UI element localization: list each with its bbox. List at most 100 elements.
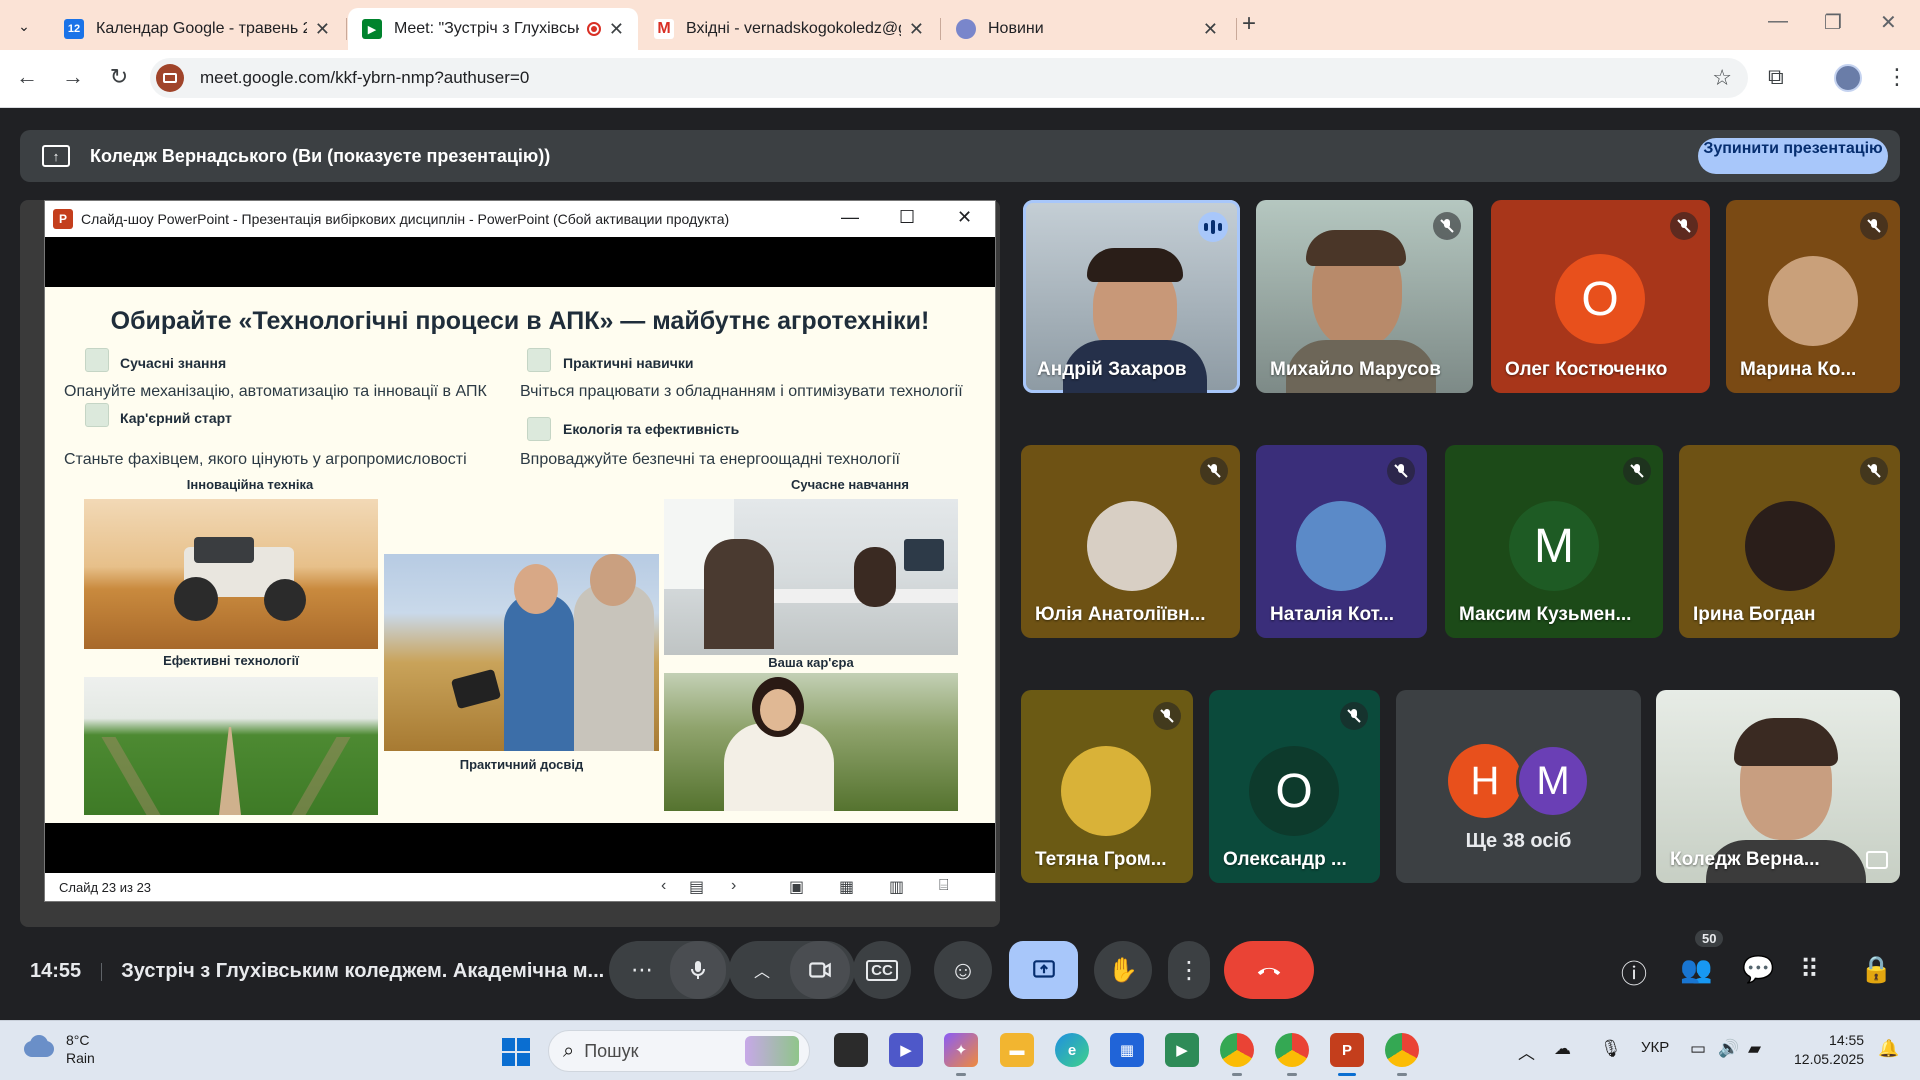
pip-icon[interactable] — [1866, 851, 1888, 869]
avatar: Н — [1448, 744, 1522, 818]
search-icon: ⌕ — [563, 1039, 575, 1062]
taskbar-clock[interactable]: 14:55 12.05.2025 — [1794, 1031, 1864, 1069]
tab-meet[interactable]: ▶ Meet: "Зустріч з Глухівським коледжем … — [348, 8, 638, 50]
forward-icon[interactable]: → — [58, 64, 88, 90]
close-window-icon[interactable]: ✕ — [1880, 10, 1897, 35]
language-indicator[interactable]: УКР — [1641, 1039, 1669, 1056]
participant-tile[interactable]: М Максим Кузьмен... — [1445, 445, 1663, 638]
present-screen-icon — [1032, 960, 1055, 978]
store-icon[interactable]: ▦ — [1110, 1033, 1144, 1067]
captions-icon: CC — [866, 959, 898, 981]
video-options-icon[interactable]: ︿ — [734, 958, 790, 982]
tab-gmail[interactable]: M Вхідні - vernadskogokoledz@gmail.com ✕ — [640, 8, 938, 50]
raise-hand-button[interactable]: ✋ — [1094, 941, 1152, 999]
ppt-maximize-icon[interactable]: ☐ — [899, 207, 915, 228]
participant-tile[interactable]: О Олег Костюченко — [1491, 200, 1710, 393]
self-tile[interactable]: Коледж Верна... — [1656, 690, 1900, 883]
restore-icon[interactable]: ❐ — [1824, 10, 1842, 35]
captions-button[interactable]: CC — [853, 941, 911, 999]
mic-control: ⋯ — [609, 941, 731, 999]
leave-call-button[interactable] — [1224, 941, 1314, 999]
close-tab-icon[interactable]: ✕ — [609, 19, 624, 40]
meeting-time: 14:55 — [30, 960, 82, 982]
participant-tile[interactable]: Наталія Кот... — [1256, 445, 1427, 638]
extensions-icon[interactable]: ⧉ — [1768, 64, 1784, 90]
close-tab-icon[interactable]: ✕ — [909, 19, 924, 40]
host-controls-icon[interactable]: 🔒 — [1860, 954, 1892, 985]
network-icon[interactable]: ▭ — [1690, 1039, 1706, 1059]
weather-widget[interactable]: 8°C Rain — [22, 1031, 95, 1067]
participant-name: Тетяна Гром... — [1035, 849, 1167, 870]
start-button[interactable] — [502, 1038, 530, 1066]
tab-search-button[interactable]: ⌄ — [8, 10, 40, 42]
activities-icon[interactable]: ⠿ — [1800, 954, 1819, 985]
chat-icon[interactable]: 💬 — [1742, 954, 1774, 985]
reading-view-icon[interactable]: ▥ — [889, 877, 904, 897]
more-options-button[interactable]: ⋮ — [1168, 941, 1210, 999]
close-tab-icon[interactable]: ✕ — [315, 19, 330, 40]
normal-view-icon[interactable]: ▣ — [789, 877, 804, 897]
next-slide-icon[interactable]: › — [731, 877, 736, 895]
address-bar[interactable]: meet.google.com/kkf-ybrn-nmp?authuser=0 … — [150, 58, 1748, 98]
avatar: М — [1509, 501, 1599, 591]
close-tab-icon[interactable]: ✕ — [1203, 19, 1218, 40]
stop-presenting-button[interactable]: Зупинити презентацію — [1698, 138, 1888, 174]
participant-name: Олег Костюченко — [1505, 359, 1668, 380]
participant-tile[interactable]: Марина Ко... — [1726, 200, 1900, 393]
present-button[interactable] — [1009, 941, 1078, 999]
chrome-profile-1-icon[interactable] — [1220, 1033, 1254, 1076]
reload-icon[interactable]: ↻ — [104, 64, 134, 90]
slideshow-icon[interactable]: ⌸ — [939, 877, 949, 895]
notification-bell-icon[interactable]: 🔔 — [1878, 1039, 1899, 1059]
file-explorer-icon[interactable]: ▬ — [1000, 1033, 1034, 1067]
battery-icon[interactable]: ▰ — [1748, 1039, 1761, 1059]
microphone-button[interactable] — [670, 941, 726, 999]
participant-tile[interactable]: Михайло Марусов — [1256, 200, 1473, 393]
ppt-close-icon[interactable]: ✕ — [957, 207, 972, 228]
chrome-profile-2-icon[interactable] — [1275, 1033, 1309, 1076]
reactions-button[interactable]: ☺ — [934, 941, 992, 999]
powerpoint-taskbar-icon[interactable]: P — [1330, 1033, 1364, 1076]
participant-tile[interactable]: О Олександр ... — [1209, 690, 1380, 883]
meet-app-icon[interactable]: ▶ — [1165, 1033, 1199, 1067]
mic-tray-icon[interactable]: 🎙 — [1600, 1039, 1622, 1059]
speaking-indicator-icon — [1198, 212, 1228, 242]
onedrive-icon[interactable]: ☁ — [1554, 1039, 1571, 1059]
participant-tile[interactable]: Тетяна Гром... — [1021, 690, 1193, 883]
meeting-details-icon[interactable]: ⓘ — [1621, 954, 1647, 991]
ppt-minimize-icon[interactable]: — — [841, 207, 859, 228]
chrome-profile-3-icon[interactable] — [1385, 1033, 1419, 1076]
audio-options-icon[interactable]: ⋯ — [614, 957, 670, 983]
previous-slide-icon[interactable]: ‹ — [661, 877, 666, 895]
meeting-title: Зустріч з Глухівським коледжем. Академіч… — [121, 960, 605, 982]
tab-calendar[interactable]: 12 Календар Google - травень 2025 ✕ — [50, 8, 344, 50]
powerpoint-window: P Слайд-шоу PowerPoint - Презентація виб… — [44, 200, 996, 902]
mic-muted-icon — [1860, 212, 1888, 240]
camera-button[interactable] — [790, 941, 850, 999]
participant-tile[interactable]: Ірина Богдан — [1679, 445, 1900, 638]
url-text: meet.google.com/kkf-ybrn-nmp?authuser=0 — [200, 68, 530, 87]
tray-overflow-icon[interactable]: ︿ — [1518, 1039, 1535, 1064]
notes-icon[interactable]: ▤ — [689, 877, 704, 897]
people-icon[interactable]: 👥 — [1680, 954, 1712, 985]
copilot-icon[interactable]: ✦ — [944, 1033, 978, 1076]
slide-sorter-icon[interactable]: ▦ — [839, 877, 854, 897]
others-tile[interactable]: Н М Ще 38 осіб — [1396, 690, 1641, 883]
participant-tile[interactable]: Андрій Захаров — [1023, 200, 1240, 393]
volume-icon[interactable]: 🔊 — [1718, 1039, 1739, 1059]
bookmark-star-icon[interactable]: ☆ — [1712, 65, 1732, 91]
menu-kebab-icon[interactable]: ⋮ — [1886, 64, 1908, 90]
others-count-label: Ще 38 осіб — [1465, 830, 1572, 852]
task-view-icon[interactable] — [834, 1033, 868, 1067]
rain-cloud-icon — [22, 1035, 56, 1063]
edge-icon[interactable]: e — [1055, 1033, 1089, 1067]
tab-news[interactable]: Новини ✕ — [942, 8, 1232, 50]
back-icon[interactable]: ← — [12, 64, 42, 90]
site-info-icon[interactable] — [156, 64, 184, 92]
taskbar-search[interactable]: ⌕ Пошук — [548, 1030, 810, 1072]
meet-now-icon[interactable]: ▶ — [889, 1033, 923, 1067]
profile-avatar[interactable] — [1834, 64, 1862, 92]
new-tab-icon[interactable]: + — [1242, 10, 1256, 38]
minimize-icon[interactable]: — — [1768, 10, 1788, 33]
participant-tile[interactable]: Юлія Анатоліївн... — [1021, 445, 1240, 638]
